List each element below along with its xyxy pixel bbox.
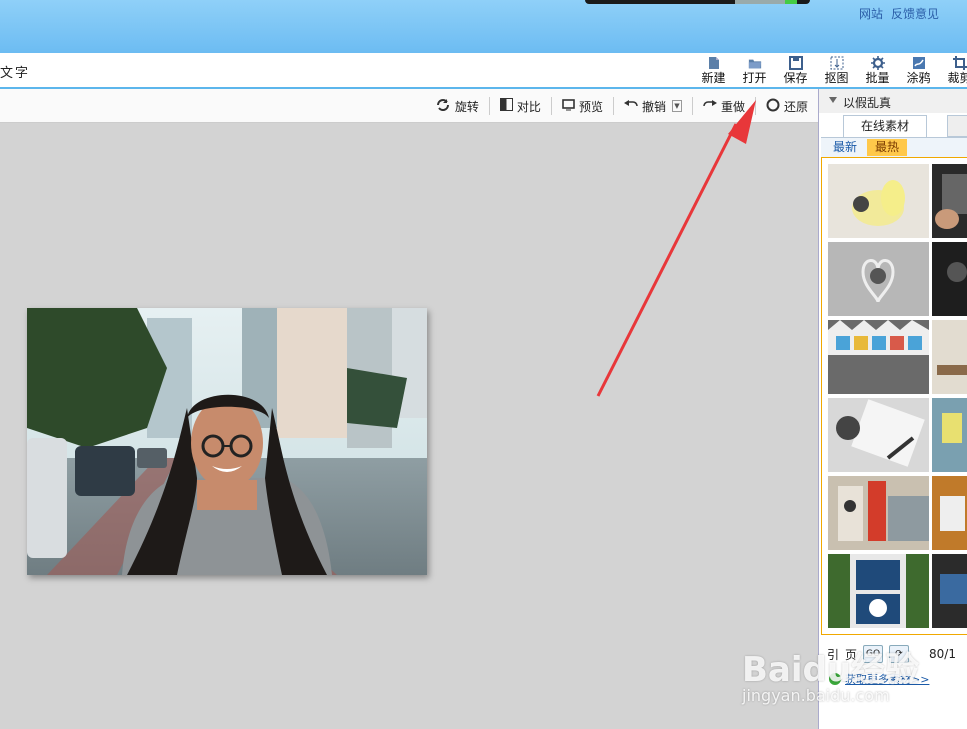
save-label: 保存	[783, 71, 808, 85]
crop-button[interactable]: 裁剪	[939, 56, 967, 86]
cutout-button[interactable]: 抠图	[816, 56, 857, 86]
sort-subtabs: 最新 最热	[821, 137, 967, 157]
subtab-newest[interactable]: 最新	[825, 139, 865, 156]
open-folder-icon	[748, 56, 762, 70]
material-thumbnail[interactable]	[828, 554, 929, 628]
new-label: 新建	[701, 71, 726, 85]
material-thumbnail[interactable]	[932, 242, 967, 316]
rotate-icon	[435, 98, 451, 115]
material-panel: 以假乱真 在线素材 最新 最热 引 页 GO ⟳ 80/1 获取更多素材>>	[818, 89, 967, 729]
batch-button[interactable]: 批量	[857, 56, 898, 86]
caption-green-segment	[785, 0, 797, 4]
material-thumbnail[interactable]	[828, 476, 929, 550]
website-link[interactable]: 网站	[859, 5, 883, 22]
preview-button[interactable]: 预览	[552, 97, 614, 115]
new-button[interactable]: 新建	[693, 56, 734, 86]
portrait-photo[interactable]	[27, 308, 427, 575]
batch-label: 批量	[865, 71, 890, 85]
material-thumbnail[interactable]	[932, 398, 967, 472]
cutout-icon	[830, 56, 844, 70]
title-bar: 网站 反馈意见	[0, 0, 967, 53]
crop-label: 裁剪	[947, 71, 967, 85]
rotate-button[interactable]: 旋转	[425, 97, 490, 115]
menu-row: 文字 新建 打开 保存 抠图 批量 涂鸦 裁剪	[0, 53, 967, 89]
undo-icon	[623, 99, 638, 113]
material-thumbnail[interactable]	[932, 164, 967, 238]
get-more-materials-link[interactable]: 获取更多素材>>	[829, 671, 929, 687]
subtab-hottest[interactable]: 最热	[867, 139, 907, 156]
caption-grey-segment	[735, 0, 785, 4]
redo-label: 重做	[720, 99, 745, 114]
text-menu-label[interactable]: 文字	[0, 62, 30, 81]
window-caption-strip	[585, 0, 810, 4]
batch-gear-icon	[870, 56, 885, 70]
redo-button[interactable]: 重做	[693, 97, 756, 115]
restore-icon	[766, 98, 780, 115]
tab-online-material[interactable]: 在线素材	[843, 115, 927, 137]
panel-title: 以假乱真	[843, 96, 892, 110]
restore-button[interactable]: 还原	[756, 97, 808, 115]
edit-toolbar: 旋转 对比 预览 撤销 ▼ 重做 还原	[0, 89, 818, 123]
compare-icon	[499, 98, 513, 114]
pager-page-label: 页	[845, 647, 858, 662]
material-thumbnail[interactable]	[828, 398, 929, 472]
toolbar-items: 旋转 对比 预览 撤销 ▼ 重做 还原	[425, 97, 808, 115]
green-arrow-icon	[829, 673, 841, 685]
main-tools: 新建 打开 保存 抠图 批量 涂鸦 裁剪	[693, 56, 967, 86]
refresh-button[interactable]: ⟳	[889, 645, 910, 663]
crop-icon	[952, 56, 967, 70]
pager-prefix: 引	[827, 647, 840, 662]
undo-button[interactable]: 撤销 ▼	[614, 97, 693, 115]
doodle-icon	[912, 56, 926, 70]
open-button[interactable]: 打开	[734, 56, 775, 86]
material-thumbnail[interactable]	[932, 476, 967, 550]
cutout-label: 抠图	[824, 71, 849, 85]
save-button[interactable]: 保存	[775, 56, 816, 86]
material-thumbnail-grid	[821, 157, 967, 635]
preview-label: 预览	[578, 99, 603, 114]
save-icon	[788, 56, 803, 70]
material-thumbnail[interactable]	[828, 242, 929, 316]
restore-label: 还原	[783, 99, 808, 114]
new-file-icon	[707, 56, 721, 70]
material-thumbnail[interactable]	[828, 164, 929, 238]
compare-label: 对比	[516, 99, 541, 114]
feedback-link[interactable]: 反馈意见	[891, 5, 939, 22]
editing-canvas[interactable]	[0, 124, 818, 729]
open-label: 打开	[742, 71, 767, 85]
tab-local-material[interactable]	[947, 115, 967, 137]
panel-header[interactable]: 以假乱真	[819, 89, 967, 113]
go-button[interactable]: GO	[863, 645, 884, 663]
undo-label: 撤销	[641, 99, 666, 114]
undo-dropdown-icon[interactable]: ▼	[671, 100, 682, 112]
compare-button[interactable]: 对比	[490, 97, 552, 115]
redo-icon	[703, 99, 717, 113]
material-thumbnail[interactable]	[828, 320, 929, 394]
get-more-label: 获取更多素材>>	[845, 673, 930, 686]
pager: 引 页 GO ⟳ 80/1	[827, 645, 956, 663]
refresh-icon: ⟳	[895, 649, 903, 659]
doodle-label: 涂鸦	[906, 71, 931, 85]
top-links: 网站 反馈意见	[859, 5, 939, 22]
preview-icon	[562, 98, 575, 114]
collapse-triangle-icon	[829, 97, 837, 103]
material-thumbnail[interactable]	[932, 320, 967, 394]
material-thumbnail[interactable]	[932, 554, 967, 628]
doodle-button[interactable]: 涂鸦	[898, 56, 939, 86]
material-count: 80/1	[929, 647, 956, 661]
rotate-label: 旋转	[454, 99, 479, 114]
